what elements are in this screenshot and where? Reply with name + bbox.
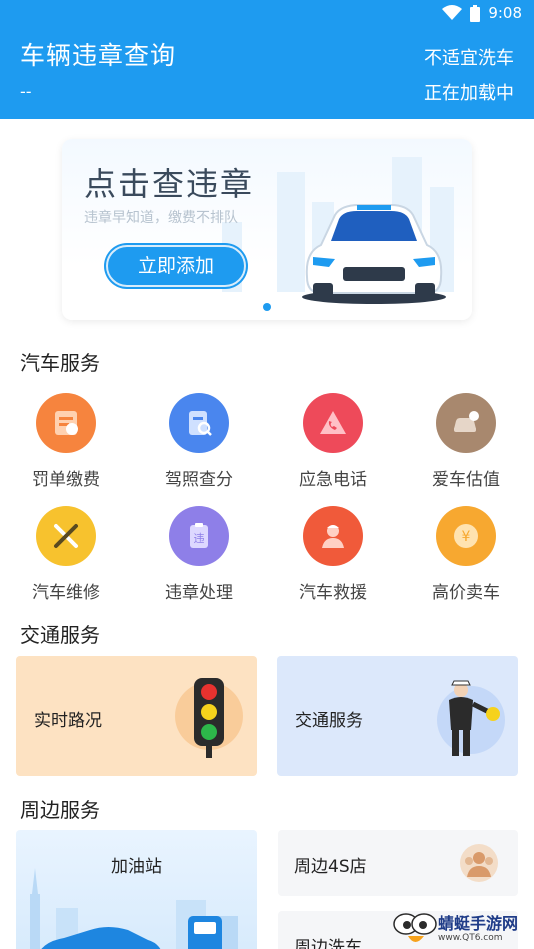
violation-handling-label: 违章处理 — [165, 583, 233, 603]
svg-text:违: 违 — [194, 532, 205, 545]
status-time: 9:08 — [488, 4, 522, 22]
app-header: 9:08 车辆违章查询 不适宜洗车 -- 正在加载中 — [0, 0, 534, 119]
staff-avatar-icon — [460, 844, 498, 882]
nearby-4s-label: 周边4S店 — [294, 857, 367, 877]
car-repair-button[interactable]: 汽车维修 — [11, 506, 121, 603]
car-wash-index: 不适宜洗车 — [424, 48, 514, 69]
gas-station-card[interactable]: 加油站 — [16, 830, 257, 949]
sell-car-icon: ¥ — [436, 506, 496, 566]
realtime-traffic-label: 实时路况 — [34, 711, 102, 731]
dragonfly-logo-icon — [393, 913, 437, 942]
traffic-service-label: 交通服务 — [295, 711, 363, 731]
traffic-police-icon — [437, 680, 505, 756]
sell-car-button[interactable]: ¥ 高价卖车 — [411, 506, 521, 603]
car-valuation-label: 爱车估值 — [432, 470, 500, 490]
violation-handling-icon: 违 — [169, 506, 229, 566]
license-query-label: 驾照查分 — [165, 470, 233, 490]
watermark-url: www.QT6.com — [438, 932, 503, 943]
violation-banner[interactable]: 点击查违章 违章早知道，缴费不排队 立即添加 — [62, 139, 472, 320]
license-query-button[interactable]: 驾照查分 — [144, 393, 254, 490]
wifi-icon — [442, 5, 463, 20]
emergency-phone-button[interactable]: 应急电话 — [278, 393, 388, 490]
section-title-nearby-services: 周边服务 — [20, 798, 100, 822]
nearby-4s-card[interactable]: 周边4S店 — [278, 830, 518, 896]
car-rescue-button[interactable]: 汽车救援 — [278, 506, 388, 603]
car-valuation-button[interactable]: 爱车估值 — [411, 393, 521, 490]
emergency-phone-icon — [303, 393, 363, 453]
ticket-payment-button[interactable]: 罚单缴费 — [11, 393, 121, 490]
car-valuation-icon — [436, 393, 496, 453]
ticket-payment-label: 罚单缴费 — [32, 470, 100, 490]
emergency-phone-label: 应急电话 — [299, 470, 367, 490]
sell-car-label: 高价卖车 — [432, 583, 500, 603]
city-selector[interactable]: -- — [20, 82, 32, 101]
traffic-light-icon — [175, 678, 243, 758]
watermark: 蜻蜓手游网 www.QT6.com — [392, 908, 534, 949]
banner-subtitle: 违章早知道，缴费不排队 — [84, 210, 238, 226]
car-rescue-icon — [303, 506, 363, 566]
nearby-car-wash-label: 周边洗车 — [294, 938, 362, 949]
weather-loading: 正在加载中 — [424, 83, 514, 104]
traffic-service-card[interactable]: 交通服务 — [277, 656, 518, 776]
car-rescue-label: 汽车救援 — [299, 583, 367, 603]
violation-handling-button[interactable]: 违 违章处理 — [144, 506, 254, 603]
add-vehicle-button[interactable]: 立即添加 — [106, 245, 246, 287]
svg-text:¥: ¥ — [462, 529, 471, 545]
carousel-indicator[interactable] — [263, 303, 271, 311]
page-title: 车辆违章查询 — [20, 41, 177, 70]
gas-station-illustration-icon — [30, 868, 238, 949]
watermark-name: 蜻蜓手游网 — [438, 913, 519, 933]
license-query-icon — [169, 393, 229, 453]
status-bar: 9:08 — [442, 4, 522, 22]
section-title-traffic-services: 交通服务 — [20, 623, 100, 647]
realtime-traffic-card[interactable]: 实时路况 — [16, 656, 257, 776]
section-title-car-services: 汽车服务 — [20, 351, 100, 375]
car-repair-label: 汽车维修 — [32, 583, 100, 603]
car-repair-icon — [36, 506, 96, 566]
banner-title: 点击查违章 — [84, 165, 255, 203]
ticket-payment-icon — [36, 393, 96, 453]
battery-icon — [470, 4, 481, 22]
car-illustration-icon — [302, 204, 446, 304]
